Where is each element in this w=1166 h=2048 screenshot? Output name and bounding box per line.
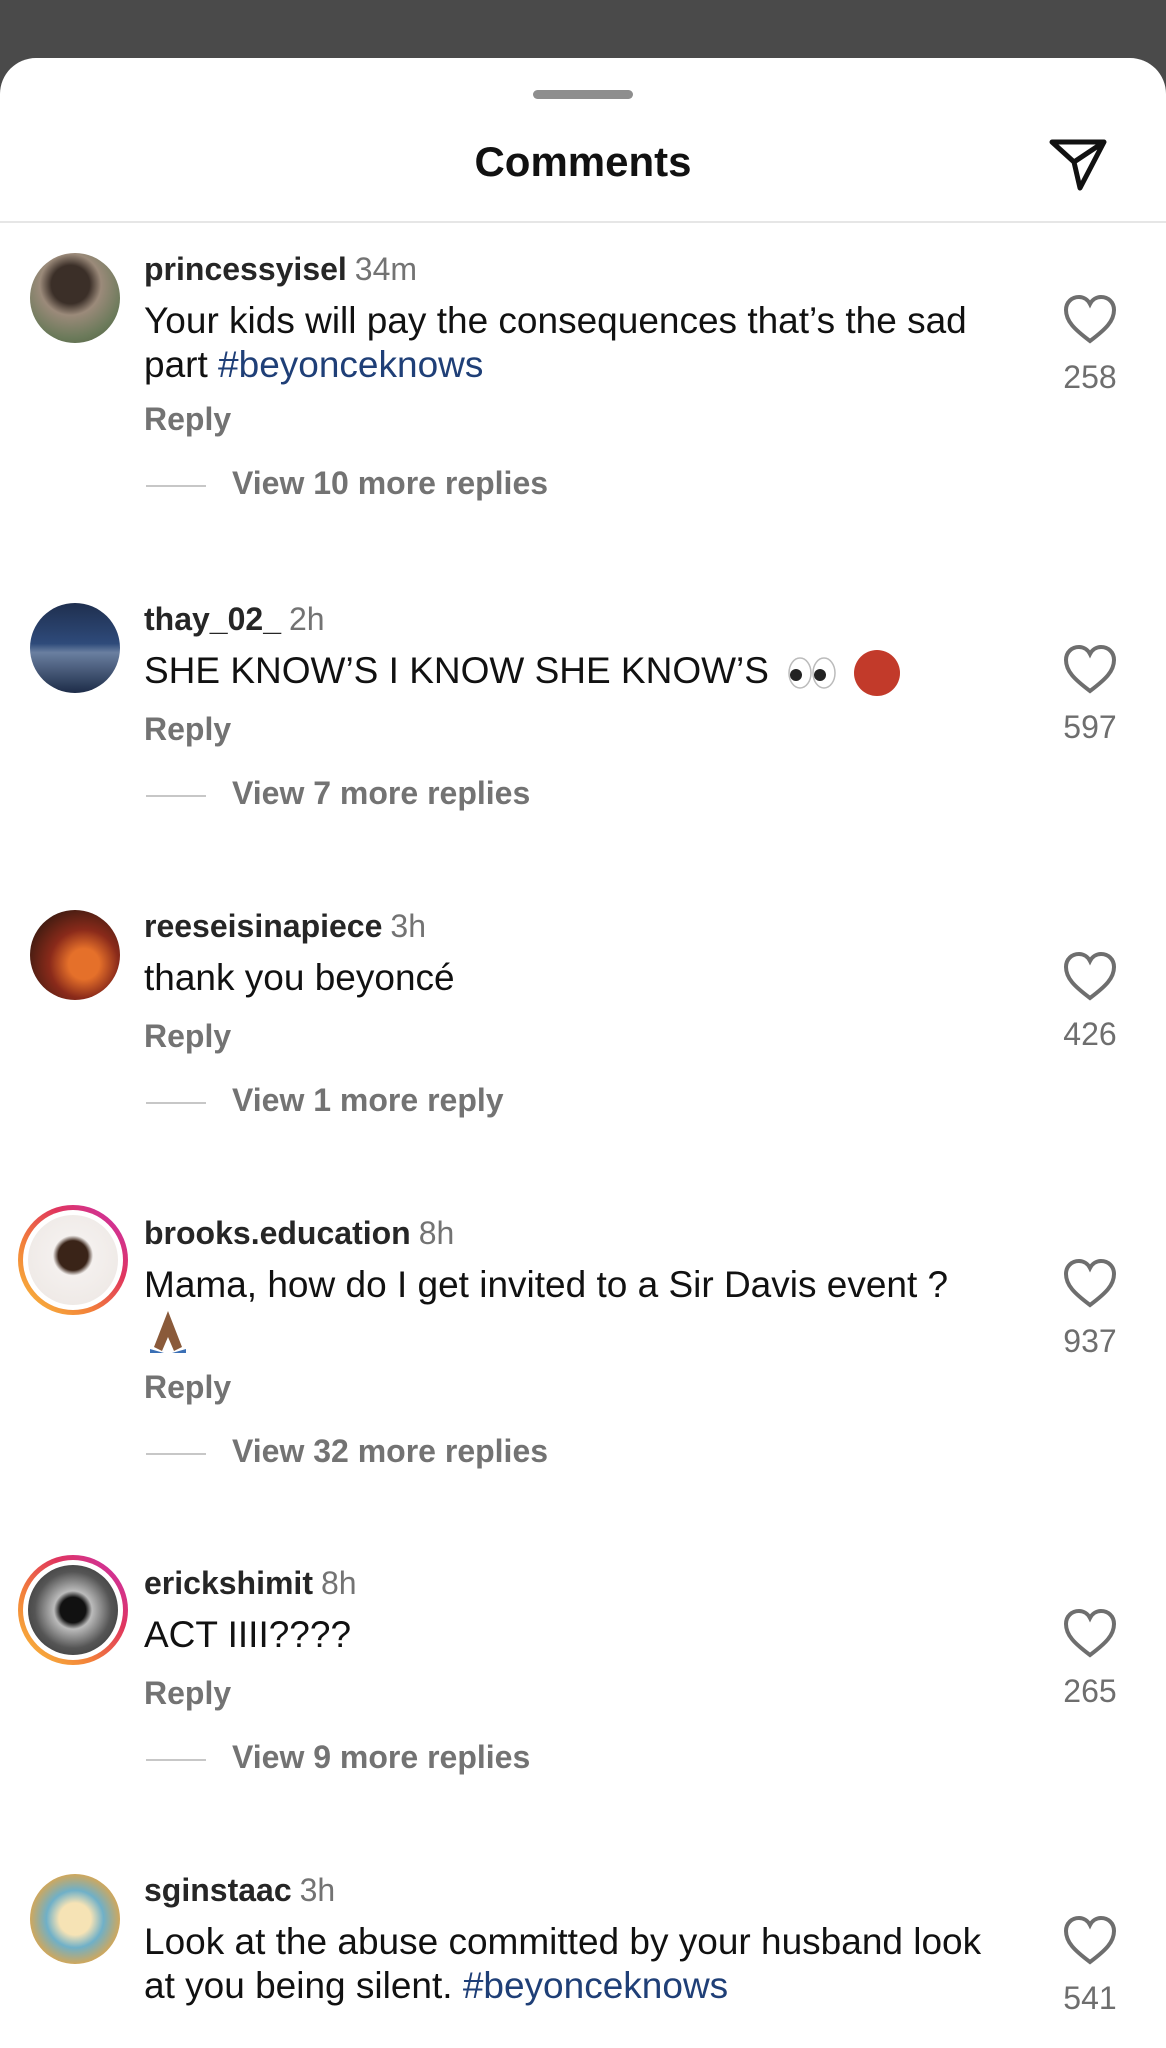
avatar[interactable]	[30, 910, 120, 1000]
paper-plane-icon	[1049, 139, 1107, 191]
heart-icon	[1063, 294, 1117, 344]
like-count: 265	[1063, 1673, 1117, 1709]
comment-meta: reeseisinapiece 3h	[144, 908, 426, 945]
like-count: 258	[1063, 359, 1117, 395]
comment-body: ACT IIII????	[144, 1614, 352, 1655]
replies-divider	[146, 485, 206, 487]
like-count: 937	[1063, 1323, 1117, 1359]
comment-username[interactable]: thay_02_	[144, 601, 281, 637]
like-button[interactable]	[1060, 1914, 1120, 1966]
comment-time: 34m	[354, 251, 418, 287]
comment-text: Your kids will pay the consequences that…	[144, 299, 1004, 387]
like-button[interactable]	[1060, 643, 1120, 695]
heart-icon	[1063, 951, 1117, 1001]
hashtag-link[interactable]: #beyonceknows	[463, 1965, 728, 2006]
heart-icon	[1063, 1258, 1117, 1308]
share-button[interactable]	[1046, 132, 1110, 196]
like-button[interactable]	[1060, 293, 1120, 345]
ogre-emoji	[853, 650, 900, 697]
comment-username[interactable]: brooks.education	[144, 1215, 411, 1251]
comment-meta: erickshimit 8h	[144, 1565, 357, 1602]
comment-body: SHE KNOW’S I KNOW SHE KNOW’S	[144, 650, 769, 691]
comment-time: 8h	[320, 1565, 357, 1601]
heart-icon	[1063, 644, 1117, 694]
like-count: 426	[1063, 1016, 1117, 1052]
comment-username[interactable]: reeseisinapiece	[144, 908, 382, 944]
like-button[interactable]	[1060, 1257, 1120, 1309]
sheet-grabber[interactable]	[533, 90, 633, 99]
replies-divider	[146, 1759, 206, 1761]
like-button[interactable]	[1060, 1607, 1120, 1659]
like-count: 597	[1063, 709, 1117, 745]
reply-button[interactable]: Reply	[144, 1369, 231, 1406]
avatar[interactable]	[18, 1555, 128, 1665]
avatar[interactable]	[30, 253, 120, 343]
view-more-replies-button[interactable]: View 1 more reply	[232, 1082, 504, 1119]
comment-text: Mama, how do I get invited to a Sir Davi…	[144, 1263, 1004, 1355]
view-more-replies-button[interactable]: View 7 more replies	[232, 775, 530, 812]
heart-icon	[1063, 1608, 1117, 1658]
page-title: Comments	[474, 138, 692, 185]
comment-time: 3h	[299, 1872, 336, 1908]
comment-username[interactable]: erickshimit	[144, 1565, 313, 1601]
heart-icon	[1063, 1915, 1117, 1965]
header-divider	[0, 221, 1166, 223]
comment-body: Mama, how do I get invited to a Sir Davi…	[144, 1264, 949, 1305]
comment-time: 2h	[288, 601, 325, 637]
view-more-replies-button[interactable]: View 9 more replies	[232, 1739, 530, 1776]
reply-button[interactable]: Reply	[144, 1675, 231, 1712]
avatar[interactable]	[30, 1874, 120, 1964]
folded-hands-emoji	[150, 1311, 186, 1354]
comment-time: 8h	[418, 1215, 455, 1251]
like-button[interactable]	[1060, 950, 1120, 1002]
comment-text: ACT IIII????	[144, 1613, 1004, 1657]
avatar[interactable]	[30, 603, 120, 693]
comment-time: 3h	[390, 908, 426, 944]
comment-meta: brooks.education 8h	[144, 1215, 454, 1252]
comment-username[interactable]: sginstaac	[144, 1872, 292, 1908]
hashtag-link[interactable]: #beyonceknows	[218, 344, 483, 385]
comment-text: SHE KNOW’S I KNOW SHE KNOW’S	[144, 649, 1004, 697]
comment-body: thank you beyoncé	[144, 957, 455, 998]
comment-username[interactable]: princessyisel	[144, 251, 347, 287]
comment-meta: thay_02_ 2h	[144, 601, 325, 638]
reply-button[interactable]: Reply	[144, 711, 231, 748]
comment-meta: princessyisel 34m	[144, 251, 417, 288]
comment-meta: sginstaac 3h	[144, 1872, 335, 1909]
replies-divider	[146, 1102, 206, 1104]
reply-button[interactable]: Reply	[144, 1018, 231, 1055]
comment-text: thank you beyoncé	[144, 956, 1004, 1000]
avatar[interactable]	[18, 1205, 128, 1315]
eyes-emoji	[788, 657, 836, 689]
comments-sheet: Comments princessyisel 34m Your kids will…	[0, 58, 1166, 2048]
comment-text: Look at the abuse committed by your husb…	[144, 1920, 1004, 2008]
replies-divider	[146, 1453, 206, 1455]
view-more-replies-button[interactable]: View 32 more replies	[232, 1433, 548, 1470]
replies-divider	[146, 795, 206, 797]
view-more-replies-button[interactable]: View 10 more replies	[232, 465, 548, 502]
like-count: 541	[1063, 1980, 1117, 2016]
reply-button[interactable]: Reply	[144, 401, 231, 438]
